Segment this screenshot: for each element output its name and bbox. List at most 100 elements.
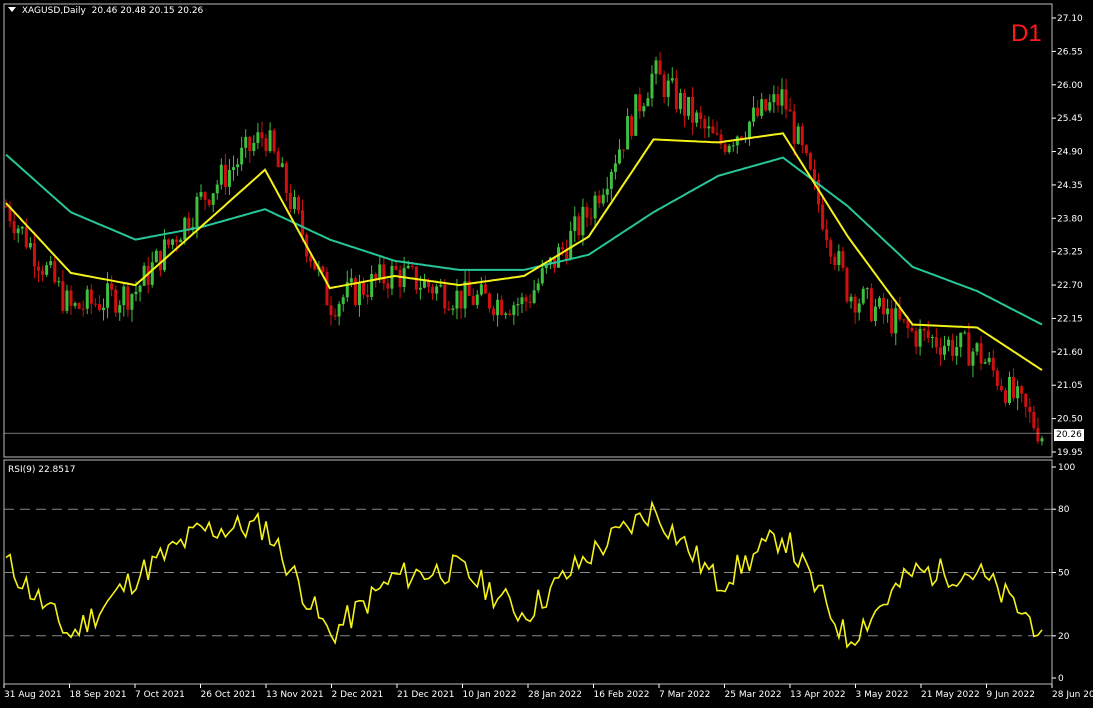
candle-body (199, 192, 203, 197)
candle-body (4, 206, 8, 208)
candle-body (337, 304, 341, 317)
candle-body (378, 264, 382, 279)
candle-body (930, 336, 934, 338)
candle-body (227, 170, 231, 187)
candle-body (292, 197, 296, 209)
candle-body (65, 290, 69, 311)
candle-body (479, 284, 483, 295)
candle-body (451, 308, 455, 310)
candle-body (256, 132, 260, 144)
time-tick-label: 21 Dec 2021 (397, 690, 455, 700)
candle-body (459, 290, 463, 309)
price-tick-label: 21.60 (1057, 348, 1083, 358)
candle-body (1028, 406, 1032, 412)
time-tick-label: 3 May 2022 (856, 690, 909, 700)
candle-body (150, 262, 154, 285)
candle-body (276, 151, 280, 168)
candle-body (520, 297, 524, 305)
candle-body (162, 239, 166, 271)
candle-body (975, 343, 979, 352)
candle-body (118, 305, 122, 313)
candle-body (366, 294, 370, 297)
symbol-label: XAGUSD,Daily (21, 6, 86, 16)
candle-body (752, 107, 756, 122)
candle-body (792, 111, 796, 144)
candle-body (991, 357, 995, 371)
chart-canvas: 27.10 26.55 26.00 25.45 24.90 24.35 23.80 23.25… (3, 3, 1093, 700)
candle-body (865, 288, 869, 290)
candle-body (240, 147, 244, 165)
time-tick-label: 13 Apr 2022 (790, 690, 846, 700)
time-tick-label: 26 Oct 2021 (201, 690, 257, 700)
time-tick-label: 10 Jan 2022 (463, 690, 517, 700)
candle-body (727, 145, 731, 153)
candle-body (1032, 411, 1036, 428)
candle-body (512, 305, 516, 315)
candle-body (617, 149, 621, 164)
candle-body (776, 94, 780, 106)
candle-body (179, 239, 183, 243)
candle-body (32, 242, 36, 267)
candle-body (873, 306, 877, 322)
candle-body (1020, 386, 1024, 394)
candle-body (49, 261, 53, 266)
candle-body (715, 133, 719, 135)
candle-body (833, 256, 837, 265)
candle-body (999, 385, 1003, 391)
candle-body (349, 278, 353, 283)
candle-body (496, 299, 500, 316)
price-tick-label: 22.70 (1057, 281, 1083, 291)
time-tick-label: 31 Aug 2021 (4, 690, 62, 700)
candle-body (894, 308, 898, 334)
candle-body (524, 297, 528, 302)
candle-body (504, 313, 508, 315)
candle-body (471, 295, 475, 305)
candle-body (784, 89, 788, 110)
time-tick-label: 28 Jun 2022 (1052, 690, 1093, 700)
candle-body (288, 193, 292, 209)
current-price-tag: 20.26 (1054, 429, 1084, 441)
candle-body (597, 195, 601, 204)
candle-body (57, 281, 61, 283)
candle-body (812, 169, 816, 180)
candle-body (922, 328, 926, 331)
candle-body (443, 284, 447, 309)
candle-body (626, 116, 630, 150)
candle-body (557, 247, 561, 268)
rsi-tick-label: 80 (1058, 505, 1070, 515)
candle-body (187, 217, 191, 230)
dropdown-triangle-icon[interactable] (8, 7, 16, 12)
candle-body (301, 210, 305, 235)
candle-body (634, 94, 638, 136)
rsi-line (5, 499, 1043, 649)
candle-body (882, 297, 886, 315)
candle-body (857, 303, 861, 313)
candle-body (951, 339, 955, 356)
price-tick-label: 22.15 (1057, 314, 1083, 324)
candle-body (654, 60, 658, 74)
candle-body (219, 164, 223, 185)
candle-body (268, 130, 272, 151)
candle-body (569, 230, 573, 260)
candle-body (528, 301, 532, 303)
candle-body (37, 266, 41, 271)
candle-body (959, 332, 963, 348)
time-tick-label: 16 Feb 2022 (594, 690, 650, 700)
candle-body (171, 239, 175, 245)
price-tick-label: 27.10 (1057, 14, 1083, 24)
candle-body (532, 290, 536, 303)
chart-header[interactable]: XAGUSD,Daily 20.46 20.48 20.15 20.26 (8, 6, 203, 16)
candle-body (780, 89, 784, 106)
candle-body (126, 286, 130, 310)
candle-body (662, 74, 666, 97)
candle-body (841, 251, 845, 268)
candle-body (890, 308, 894, 334)
candle-body (447, 308, 451, 310)
candle-body (81, 308, 85, 310)
candle-body (711, 126, 715, 134)
candle-body (110, 283, 114, 290)
candle-body (772, 94, 776, 103)
candle-body (670, 78, 674, 81)
time-tick-label: 25 Mar 2022 (725, 690, 782, 700)
candle-body (211, 193, 215, 205)
